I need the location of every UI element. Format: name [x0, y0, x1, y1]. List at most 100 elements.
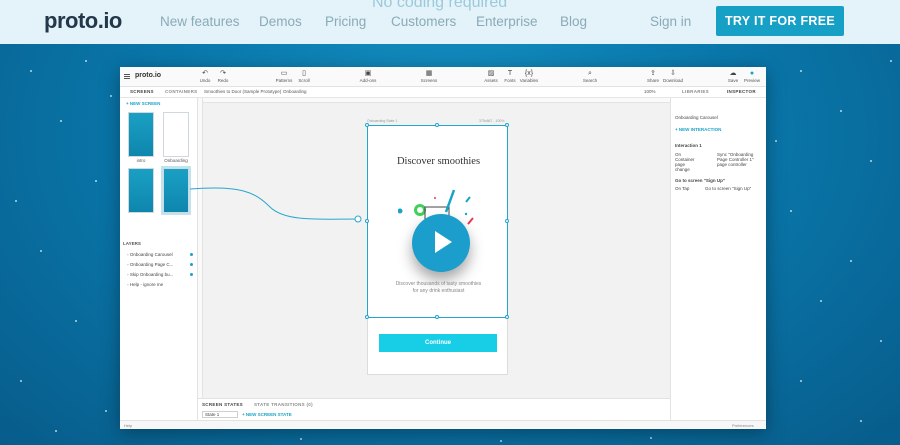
- interaction-title: Interaction 1: [675, 143, 702, 148]
- star-dot: [790, 210, 792, 212]
- zoom-level[interactable]: 100%: [644, 89, 656, 94]
- search-button[interactable]: ⌕ Search: [575, 70, 605, 83]
- site-logo[interactable]: proto.io: [44, 8, 122, 34]
- resize-handle[interactable]: [435, 315, 439, 319]
- selection-box: [365, 123, 509, 319]
- resize-handle[interactable]: [505, 315, 509, 319]
- star-dot: [850, 260, 852, 262]
- nav-link-enterprise[interactable]: Enterprise: [476, 14, 538, 29]
- star-dot: [775, 140, 777, 142]
- nav-link-new-features[interactable]: New features: [160, 14, 240, 29]
- sign-in-link[interactable]: Sign in: [650, 14, 691, 29]
- variables-icon: {x}: [524, 70, 534, 77]
- star-dot: [30, 70, 32, 72]
- inspector-element-name: Onboarding Carousel: [675, 115, 718, 120]
- star-dot: [800, 70, 802, 72]
- resize-handle[interactable]: [365, 219, 369, 223]
- interaction-2-title: Go to screen "Sign Up": [675, 178, 726, 183]
- play-icon: ●: [749, 70, 755, 77]
- interaction-action[interactable]: Sync "Onboarding Page Controller 1" page…: [717, 152, 761, 167]
- breadcrumb-project[interactable]: Smoothies to Door (Sample Prototype): [204, 89, 281, 94]
- preferences-link[interactable]: Preferences: [732, 423, 754, 428]
- tab-screen-states[interactable]: SCREEN STATES: [202, 402, 243, 407]
- help-link[interactable]: Help: [124, 423, 132, 428]
- search-icon: ⌕: [588, 70, 592, 77]
- variables-button[interactable]: {x} Variables: [514, 70, 544, 83]
- interaction-2-action[interactable]: Go to screen "Sign Up": [705, 186, 751, 191]
- layer-item[interactable]: Skip Onboarding bu...: [127, 272, 174, 277]
- layer-indicator: [190, 273, 193, 276]
- interaction-trigger[interactable]: On Container page change: [675, 152, 699, 172]
- app-toolbar: proto.io ↶ Undo ↷ Redo ▭ Patterns ▯ Scroll ▣…: [120, 67, 766, 87]
- layer-item[interactable]: Help - ignore me: [127, 282, 163, 287]
- tab-libraries[interactable]: LIBRARIES: [682, 89, 709, 94]
- star-dot: [40, 250, 42, 252]
- redo-icon: ↷: [220, 70, 226, 77]
- screen-label-onboarding: Onboarding: [164, 158, 188, 163]
- tab-containers[interactable]: CONTAINERS: [165, 89, 197, 94]
- menu-icon[interactable]: [124, 74, 130, 79]
- star-dot: [75, 320, 77, 322]
- layers-heading: LAYERS: [123, 241, 141, 246]
- screen-thumb-4[interactable]: [161, 166, 191, 215]
- star-dot: [880, 340, 882, 342]
- star-dot: [60, 120, 62, 122]
- screen-label-intro: intro: [136, 158, 146, 163]
- state-select[interactable]: State 1: [202, 411, 238, 418]
- star-dot: [300, 438, 302, 440]
- layer-indicator: [190, 253, 193, 256]
- screens-button[interactable]: ▦ Screens: [414, 70, 444, 83]
- layer-indicator: [190, 263, 193, 266]
- status-bar: Help Preferences: [120, 420, 766, 429]
- tab-state-transitions[interactable]: STATE TRANSITIONS (0): [254, 402, 313, 407]
- layer-item[interactable]: Onboarding Page C...: [127, 262, 174, 267]
- preview-button[interactable]: ● Preview: [737, 70, 766, 83]
- new-interaction-button[interactable]: + NEW INTERACTION: [675, 127, 721, 132]
- download-button[interactable]: ⇩ Download: [658, 70, 688, 83]
- scroll-button[interactable]: ▯ Scroll: [289, 70, 319, 83]
- scroll-icon: ▯: [302, 70, 306, 77]
- tab-inspector[interactable]: INSPECTOR: [727, 89, 756, 94]
- app-logo: proto.io: [135, 72, 162, 79]
- star-dot: [870, 160, 872, 162]
- star-dot: [110, 95, 112, 97]
- addons-button[interactable]: ▣ Add-ons: [353, 70, 383, 83]
- tab-screens[interactable]: SCREENS: [130, 89, 154, 94]
- star-dot: [860, 420, 862, 422]
- secondary-bar: SCREENS CONTAINERS Smoothies to Door (Sa…: [120, 87, 766, 98]
- breadcrumb-screen[interactable]: Onboarding: [283, 89, 307, 94]
- star-dot: [890, 60, 892, 62]
- nav-link-demos[interactable]: Demos: [259, 14, 302, 29]
- screen-thumb-3[interactable]: [128, 168, 154, 213]
- resize-handle[interactable]: [435, 123, 439, 127]
- resize-handle[interactable]: [505, 219, 509, 223]
- frame-size: 375x667 - 100%: [479, 119, 505, 123]
- star-dot: [105, 410, 107, 412]
- new-screen-button[interactable]: + NEW SCREEN: [126, 101, 160, 106]
- resize-handle[interactable]: [505, 123, 509, 127]
- app-window: proto.io ↶ Undo ↷ Redo ▭ Patterns ▯ Scroll ▣…: [120, 67, 766, 429]
- download-icon: ⇩: [670, 70, 676, 77]
- nav-link-blog[interactable]: Blog: [560, 14, 587, 29]
- layer-item[interactable]: Onboarding Carousel: [127, 252, 173, 257]
- screen-thumb-onboarding[interactable]: [163, 112, 189, 157]
- resize-handle[interactable]: [365, 315, 369, 319]
- star-dot: [85, 60, 87, 62]
- screens-panel: + NEW SCREEN intro Onboarding LAYERS Onb…: [120, 98, 198, 420]
- site-navbar: No coding required proto.io New features…: [0, 0, 900, 44]
- star-dot: [15, 200, 17, 202]
- nav-link-customers[interactable]: Customers: [391, 14, 456, 29]
- screen-thumb-intro[interactable]: [128, 112, 154, 157]
- inspector-panel: Onboarding Carousel + NEW INTERACTION In…: [670, 98, 766, 420]
- design-canvas[interactable]: Onboarding State 1 375x667 - 100% Discov…: [198, 98, 670, 420]
- frame-label: Onboarding State 1: [367, 119, 398, 123]
- redo-button[interactable]: ↷ Redo: [208, 70, 238, 83]
- star-dot: [840, 110, 842, 112]
- star-dot: [820, 300, 822, 302]
- new-screen-state-button[interactable]: + NEW SCREEN STATE: [242, 412, 292, 417]
- try-free-button[interactable]: TRY IT FOR FREE: [716, 6, 844, 36]
- interaction-2-trigger[interactable]: On Tap: [675, 186, 689, 191]
- resize-handle[interactable]: [365, 123, 369, 127]
- nav-link-pricing[interactable]: Pricing: [325, 14, 366, 29]
- continue-button[interactable]: Continue: [379, 334, 497, 352]
